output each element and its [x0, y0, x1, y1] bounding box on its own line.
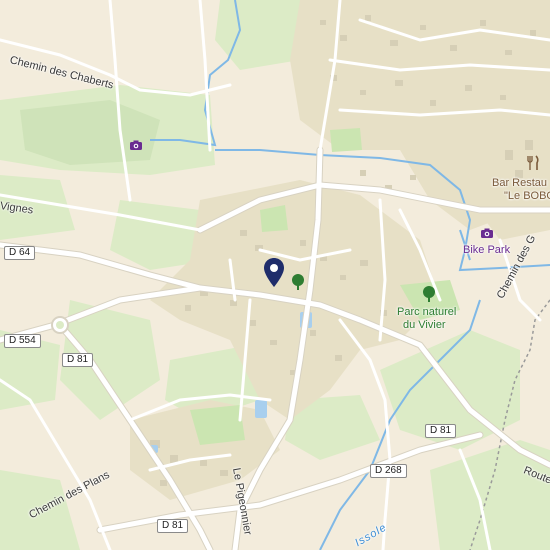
- road-shield-d81-south: D 81: [157, 519, 189, 533]
- road-shield-d554: D 554: [4, 334, 41, 348]
- tree-icon: [422, 286, 436, 302]
- poi-label-bike-park: Bike Park: [463, 244, 511, 256]
- poi-label-parc-line1: Parc naturel: [397, 306, 457, 318]
- poi-bar-restaurant[interactable]: Bar Restau "Le BOBO: [490, 155, 550, 205]
- poi-label-parc-line2: du Vivier: [403, 319, 446, 331]
- road-shield-d64: D 64: [4, 246, 36, 260]
- road-shield-d81-east: D 81: [425, 424, 457, 438]
- poi-parc-naturel[interactable]: Parc naturel du Vivier: [390, 286, 474, 336]
- camera-icon[interactable]: [129, 138, 143, 152]
- poi-label-bar-line2: "Le BOBO: [504, 190, 550, 202]
- map-view[interactable]: Chemin des Chaberts Vignes Chemin des G …: [0, 0, 550, 550]
- road-shield-d268: D 268: [370, 464, 407, 478]
- poi-label-bar-line1: Bar Restau: [492, 177, 548, 189]
- poi-bike-park[interactable]: Bike Park: [460, 226, 550, 262]
- road-shield-d81-west: D 81: [62, 353, 94, 367]
- tree-icon[interactable]: [291, 274, 305, 290]
- map-pin-icon[interactable]: [263, 257, 285, 289]
- camera-icon: [480, 226, 494, 240]
- fork-knife-icon: [526, 155, 540, 171]
